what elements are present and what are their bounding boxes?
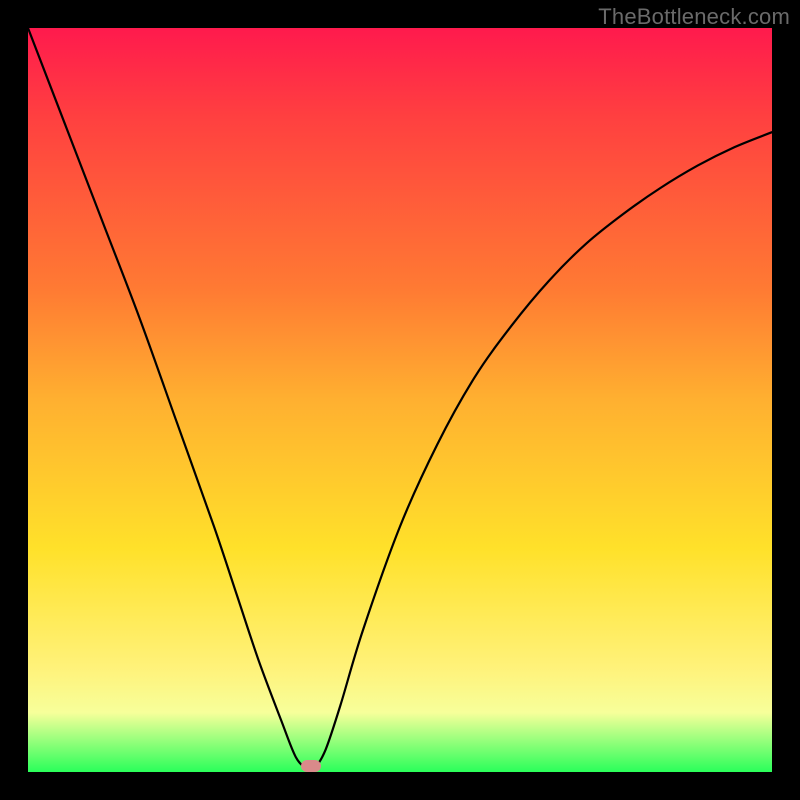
- watermark-text: TheBottleneck.com: [598, 4, 790, 30]
- optimum-marker: [301, 760, 321, 772]
- bottleneck-curve: [28, 28, 772, 772]
- chart-frame: TheBottleneck.com: [0, 0, 800, 800]
- curve-path: [28, 28, 772, 770]
- plot-area: [28, 28, 772, 772]
